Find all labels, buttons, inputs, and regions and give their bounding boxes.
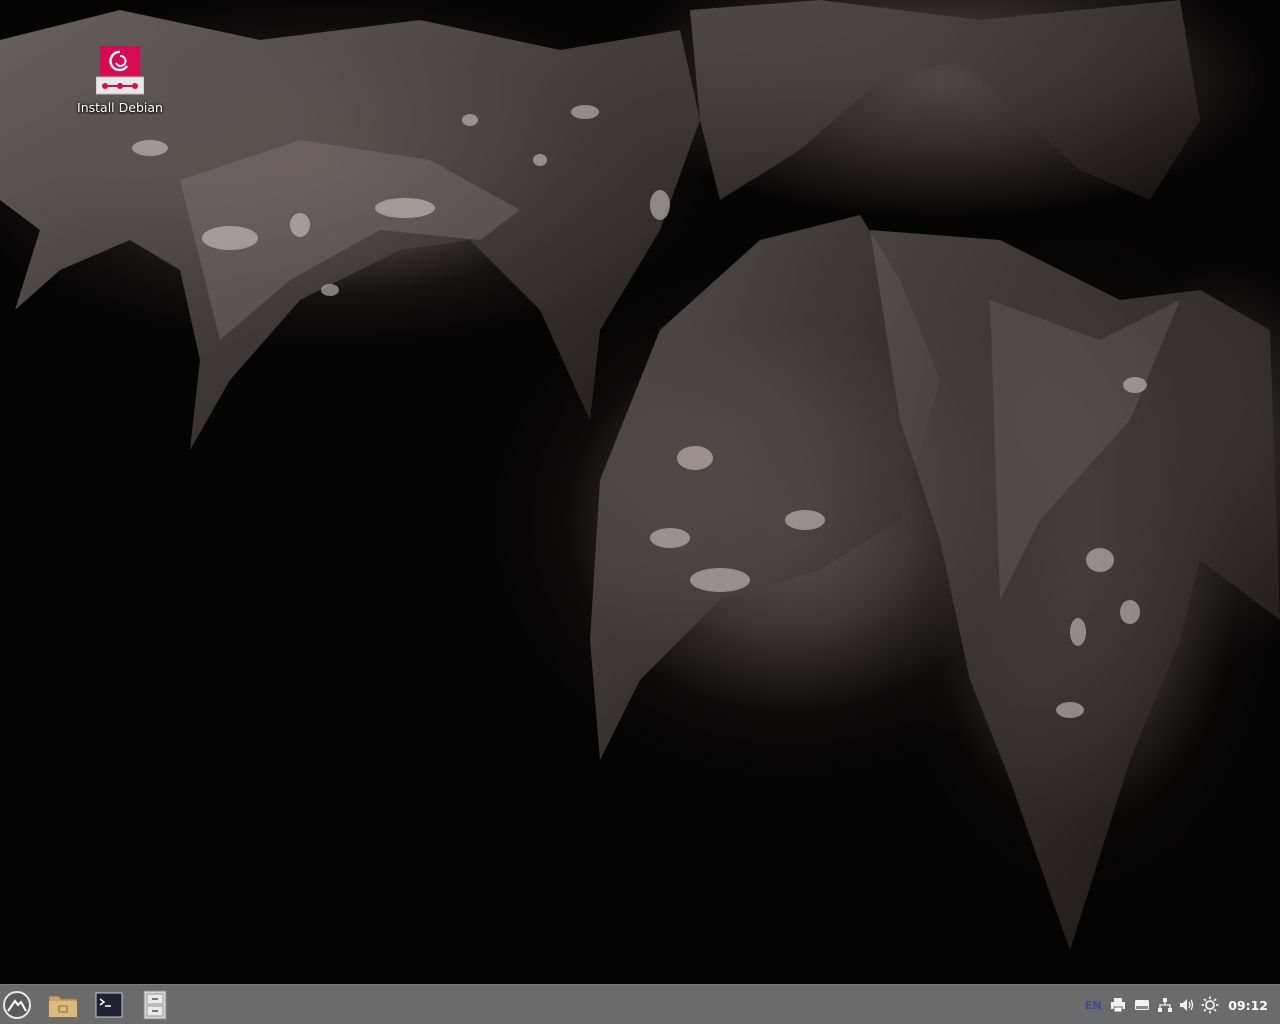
file-manager-icon: [48, 995, 78, 1017]
network-tray-button[interactable]: [1154, 985, 1176, 1025]
app-menu-icon: [3, 990, 31, 1019]
printer-icon: [1111, 998, 1126, 1013]
volume-icon: [1180, 999, 1194, 1011]
install-debian-label: Install Debian: [77, 100, 163, 115]
brightness-icon: [1201, 996, 1219, 1014]
terminal-icon: [95, 992, 123, 1017]
network-icon: [1158, 998, 1173, 1012]
taskbar: EN 09:12: [0, 984, 1280, 1024]
install-debian-desktop-icon[interactable]: Install Debian: [76, 46, 164, 115]
file-manager-launcher[interactable]: [40, 985, 86, 1025]
debian-installer-icon: [96, 46, 144, 95]
clock[interactable]: 09:12: [1222, 985, 1280, 1025]
volume-tray-button[interactable]: [1176, 985, 1198, 1025]
desktop[interactable]: Install Debian: [0, 0, 1280, 984]
terminal-launcher[interactable]: [86, 985, 132, 1025]
brightness-tray-button[interactable]: [1198, 985, 1222, 1025]
app-menu-button[interactable]: [0, 985, 34, 1025]
file-cabinet-icon: [143, 990, 167, 1019]
drive-icon: [1135, 1000, 1150, 1010]
file-cabinet-launcher[interactable]: [132, 985, 178, 1025]
system-tray: EN 09:12: [1080, 985, 1280, 1025]
drive-tray-button[interactable]: [1130, 985, 1154, 1025]
printer-tray-button[interactable]: [1106, 985, 1130, 1025]
wallpaper-leaves: [0, 0, 1280, 950]
keyboard-layout-indicator[interactable]: EN: [1080, 985, 1106, 1025]
